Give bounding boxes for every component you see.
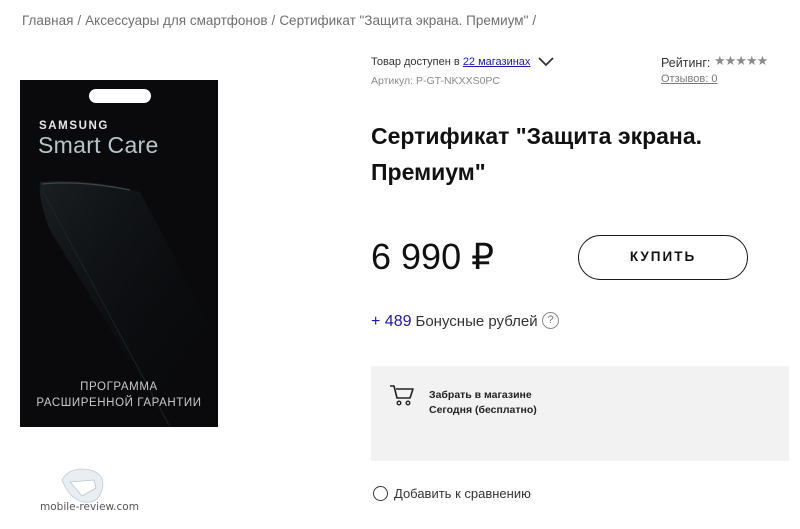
rating-stars: ★★★★★ (714, 53, 768, 68)
breadcrumb-separator: / (532, 13, 537, 28)
compare-label[interactable]: Добавить к сравнению (394, 486, 531, 501)
product-price: 6 990 ₽ (371, 236, 494, 277)
bonus-label: Бонусные рублей (415, 313, 538, 330)
program-line2: РАСШИРЕННОЙ ГАРАНТИИ (36, 397, 202, 409)
compare-radio[interactable] (373, 486, 388, 501)
buy-button[interactable]: КУПИТЬ (578, 235, 748, 280)
breadcrumb-home[interactable]: Главная (22, 13, 73, 28)
help-icon[interactable]: ? (542, 312, 559, 329)
availability: Товар доступен в 22 магазинах (371, 56, 530, 68)
sku: Артикул: P-GT-NKXXS0PC (371, 75, 500, 87)
chevron-down-icon[interactable] (537, 53, 555, 69)
product-image[interactable]: SAMSUNG Smart Care ПРОГРАММА РАСШИРЕННОЙ… (20, 80, 218, 427)
breadcrumb-separator: / (271, 13, 276, 28)
availability-prefix: Товар доступен в (371, 56, 460, 68)
stores-link[interactable]: 22 магазинах (463, 56, 531, 68)
cart-icon (390, 385, 414, 406)
pickup-title: Забрать в магазине (429, 389, 532, 401)
product-title: Сертификат "Защита экрана. Премиум" (371, 123, 702, 185)
brand-logo: SAMSUNG (39, 120, 109, 132)
breadcrumb-current[interactable]: Сертификат "Защита экрана. Премиум" (279, 13, 528, 28)
rating-label: Рейтинг: (661, 56, 711, 70)
breadcrumb-accessories[interactable]: Аксессуары для смартфонов (85, 13, 267, 28)
reviews-link[interactable]: Отзывов: 0 (661, 73, 717, 85)
watermark-text: mobile-review.com (40, 501, 139, 513)
bonus-info: + 489 Бонусные рублей (371, 313, 538, 331)
smart-care-logo: Smart Care (38, 132, 159, 158)
breadcrumb-separator: / (77, 13, 82, 28)
breadcrumb: Главная / Аксессуары для смартфонов / Сертиф… (22, 13, 540, 28)
pickup-subtitle: Сегодня (бесплатно) (429, 404, 537, 416)
program-line1: ПРОГРАММА (80, 381, 158, 393)
bonus-amount: + 489 (371, 313, 412, 330)
